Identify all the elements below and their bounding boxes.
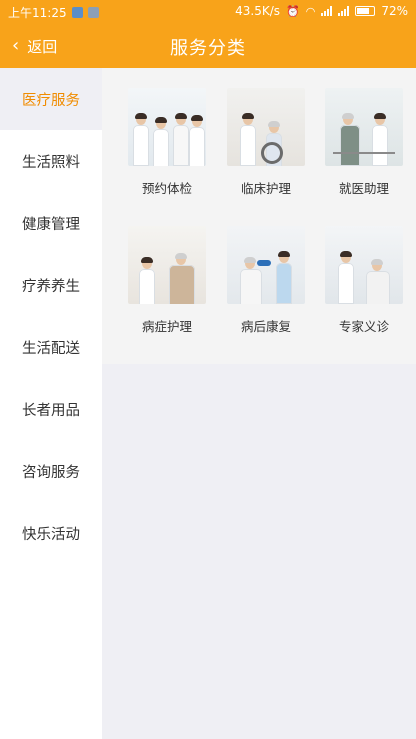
sidebar-item-label: 生活配送 (22, 340, 80, 357)
signal-icon (321, 6, 333, 16)
service-checkup[interactable]: 预约体检 (119, 88, 215, 197)
category-sidebar: 医疗服务 生活照料 健康管理 疗养养生 生活配送 长者用品 咨询服务 快乐活动 (0, 68, 102, 739)
service-image (227, 88, 305, 166)
alarm-icon: ⏰ (286, 4, 300, 18)
status-left: 上午11:25 (8, 4, 99, 21)
status-bar: 上午11:25 43.5K/s ⏰ ◠ 72% (0, 0, 416, 24)
battery-icon (355, 6, 376, 16)
sidebar-item-consulting[interactable]: 咨询服务 (0, 440, 102, 502)
service-panel: 预约体检 临床护理 就医助理 病症护理 病后康复 专家义诊 (102, 68, 416, 364)
service-label: 临床护理 (240, 181, 291, 196)
sidebar-item-label: 疗养养生 (22, 278, 80, 295)
sidebar-item-daily-care[interactable]: 生活照料 (0, 130, 102, 192)
service-label: 病后康复 (240, 319, 291, 334)
sidebar-item-label: 健康管理 (22, 216, 80, 233)
sidebar-item-label: 长者用品 (22, 402, 80, 419)
sidebar-item-label: 咨询服务 (22, 464, 80, 481)
notification-app-icon-2 (87, 7, 99, 18)
status-right: 43.5K/s ⏰ ◠ 72% (235, 4, 408, 18)
sidebar-item-medical[interactable]: 医疗服务 (0, 68, 102, 130)
page-title: 服务分类 (170, 38, 246, 59)
service-image (227, 226, 305, 304)
sidebar-item-label: 医疗服务 (22, 92, 80, 109)
title-bar: ‹ 返回 服务分类 (0, 24, 416, 68)
sidebar-item-label: 生活照料 (22, 154, 80, 171)
service-expert-clinic[interactable]: 专家义诊 (316, 226, 412, 335)
battery-level: 72% (381, 4, 408, 18)
app-header: 上午11:25 43.5K/s ⏰ ◠ 72% ‹ 返回 服务分类 (0, 0, 416, 68)
service-clinical-care[interactable]: 临床护理 (218, 88, 314, 197)
service-label: 专家义诊 (338, 319, 389, 334)
sidebar-item-label: 快乐活动 (22, 526, 80, 543)
service-label: 预约体检 (141, 181, 192, 196)
service-label: 就医助理 (338, 181, 389, 196)
service-image (325, 88, 403, 166)
service-image (128, 226, 206, 304)
network-speed: 43.5K/s (235, 4, 281, 18)
service-medical-assistant[interactable]: 就医助理 (316, 88, 412, 197)
sidebar-item-health-management[interactable]: 健康管理 (0, 192, 102, 254)
service-disease-care[interactable]: 病症护理 (119, 226, 215, 335)
status-time: 上午11:25 (8, 6, 67, 20)
sidebar-item-activities[interactable]: 快乐活动 (0, 502, 102, 564)
signal-icon-2 (338, 6, 350, 16)
wifi-icon: ◠ (305, 4, 316, 18)
notification-app-icon (71, 7, 83, 18)
sidebar-item-wellness[interactable]: 疗养养生 (0, 254, 102, 316)
service-rehabilitation[interactable]: 病后康复 (218, 226, 314, 335)
service-image (128, 88, 206, 166)
service-image (325, 226, 403, 304)
sidebar-item-delivery[interactable]: 生活配送 (0, 316, 102, 378)
service-label: 病症护理 (141, 319, 192, 334)
sidebar-item-elder-products[interactable]: 长者用品 (0, 378, 102, 440)
